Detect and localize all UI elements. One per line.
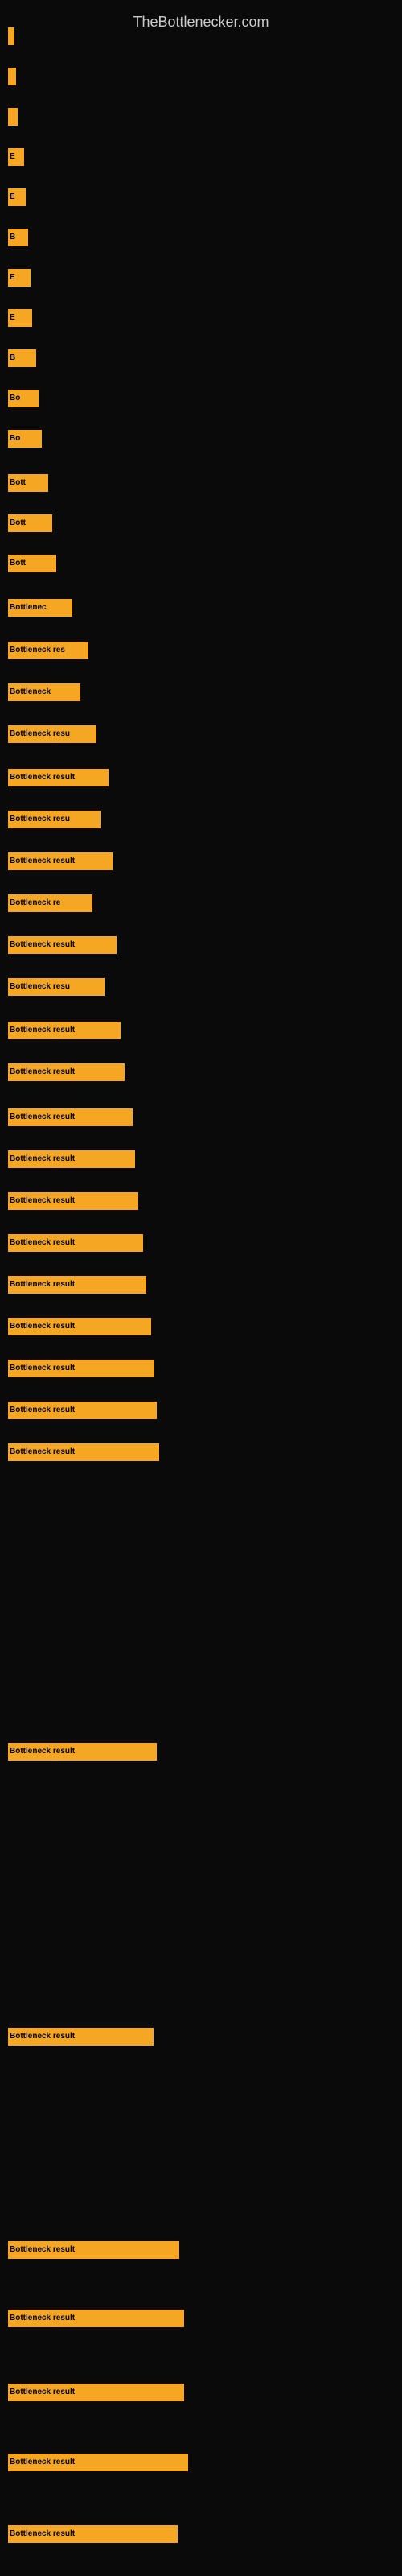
- site-title: TheBottlenecker.com: [0, 4, 402, 37]
- bar-text: Bottleneck result: [10, 1318, 75, 1335]
- bar-text: Bottleneck result: [10, 1022, 75, 1039]
- bar-text: Bottleneck result: [10, 1108, 75, 1126]
- bar-text: Bottleneck result: [10, 1402, 75, 1419]
- bar-text: Bott: [10, 555, 26, 572]
- bar-text: Bottleneck result: [10, 2310, 75, 2327]
- bar-rect: [8, 108, 18, 126]
- bar-rect: [8, 68, 16, 85]
- bar-text: Bottleneck result: [10, 769, 75, 786]
- bar-text: Bottleneck: [10, 683, 51, 701]
- bar-text: Bottleneck result: [10, 1443, 75, 1461]
- bar-text: Bottlenec: [10, 599, 47, 617]
- bar-text: Bottleneck result: [10, 1276, 75, 1294]
- bar-text: Bottleneck result: [10, 936, 75, 954]
- bar-text: Bo: [10, 390, 20, 407]
- bar-text: Bottleneck resu: [10, 725, 70, 743]
- bar-text: Bott: [10, 474, 26, 492]
- bar-text: Bottleneck res: [10, 642, 65, 659]
- bar-text: Bottleneck result: [10, 852, 75, 870]
- chart-container: TheBottlenecker.com E E B E E B Bo Bo Bott Bott Bo…: [0, 0, 402, 2576]
- bar-text: Bo: [10, 430, 20, 448]
- bar-text: Bottleneck re: [10, 894, 60, 912]
- bar-text: Bott: [10, 514, 26, 532]
- bar-text: Bottleneck result: [10, 2028, 75, 2046]
- bar-text: Bottleneck result: [10, 2454, 75, 2471]
- bar-text: E: [10, 309, 15, 327]
- bar-text: Bottleneck result: [10, 1743, 75, 1761]
- bar-text: Bottleneck resu: [10, 811, 70, 828]
- bar-text: Bottleneck result: [10, 1360, 75, 1377]
- bar-text: B: [10, 229, 15, 246]
- bar-text: Bottleneck result: [10, 2525, 75, 2543]
- bar-text: E: [10, 269, 15, 287]
- bar-text: B: [10, 349, 15, 367]
- bar-text: Bottleneck result: [10, 1234, 75, 1252]
- bar-text: E: [10, 148, 15, 166]
- bar-text: Bottleneck result: [10, 1063, 75, 1081]
- bar-text: E: [10, 188, 15, 206]
- bar-text: Bottleneck result: [10, 1150, 75, 1168]
- bar-text: Bottleneck result: [10, 2384, 75, 2401]
- bar-rect: [8, 27, 14, 45]
- bar-text: Bottleneck result: [10, 1192, 75, 1210]
- bar-text: Bottleneck resu: [10, 978, 70, 996]
- bar-text: Bottleneck result: [10, 2241, 75, 2259]
